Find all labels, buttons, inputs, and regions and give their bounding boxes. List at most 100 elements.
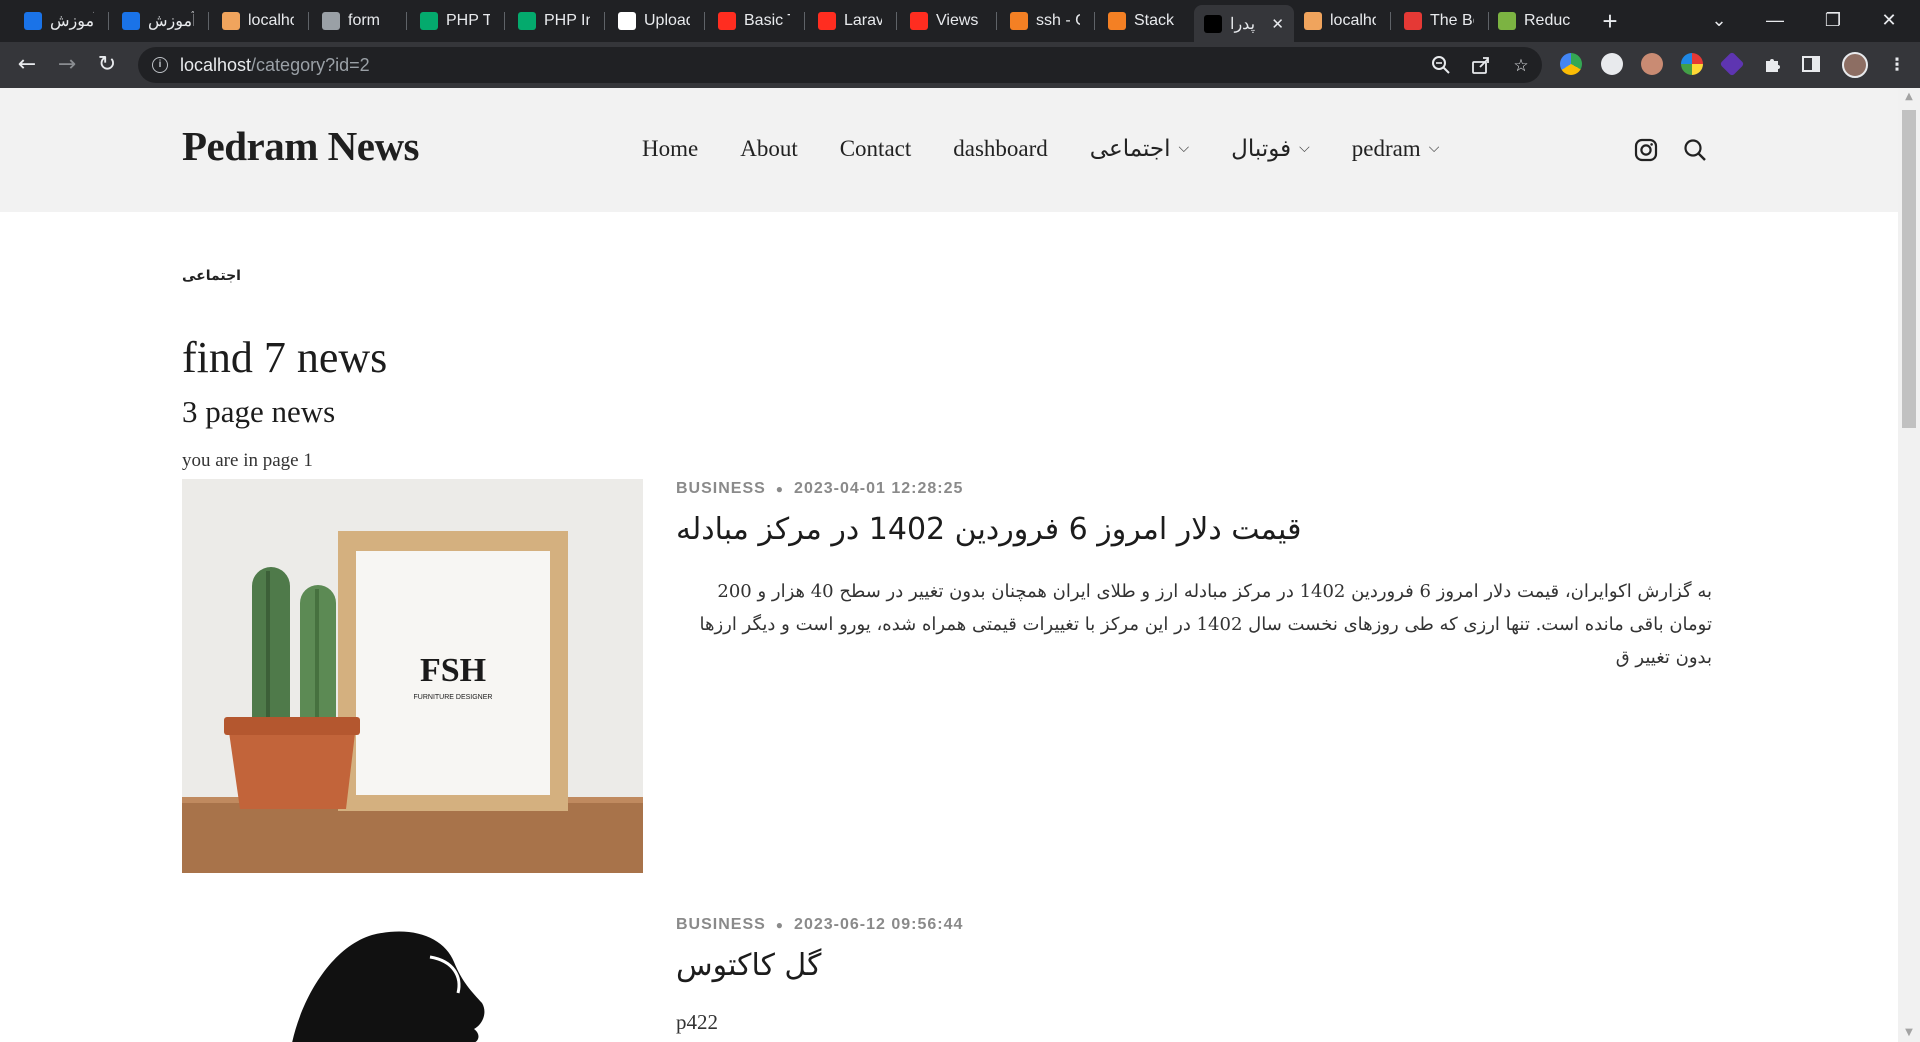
back-icon[interactable]: ← bbox=[12, 50, 42, 80]
scroll-up-arrow-icon[interactable]: ▲ bbox=[1903, 92, 1915, 102]
extension-avatar-icon[interactable] bbox=[1601, 53, 1623, 75]
tab-separator bbox=[896, 12, 897, 30]
post-thumbnail[interactable] bbox=[182, 917, 643, 1042]
tab-favicon-blue-icon bbox=[122, 12, 140, 30]
tab-label: Reduce bbox=[1524, 12, 1570, 29]
url-host: localhost bbox=[180, 54, 252, 75]
chevron-down-icon: ⌵ bbox=[1178, 141, 1190, 156]
main-nav: Home About Contact dashboard اجتماعی ⌵ فوتبال ⌵… bbox=[642, 136, 1481, 162]
extension-color-icon[interactable] bbox=[1560, 53, 1582, 75]
tab-separator bbox=[996, 12, 997, 30]
browser-tab[interactable]: آموزش bbox=[112, 6, 204, 36]
nav-item-label: Contact bbox=[839, 136, 912, 161]
post-title[interactable]: قیمت دلار امروز 6 فروردین 1402 در مرکز م… bbox=[676, 512, 1301, 547]
side-panel-icon[interactable] bbox=[1800, 54, 1822, 76]
tab-label: آموزش bbox=[50, 13, 94, 30]
tab-favicon-stackoverflow-icon bbox=[1108, 12, 1126, 30]
browser-tab[interactable]: Stack O bbox=[1098, 6, 1188, 36]
browser-tab[interactable]: آموزش bbox=[14, 6, 104, 36]
page-count-heading: 3 page news bbox=[182, 394, 336, 429]
url-path: /category?id=2 bbox=[251, 54, 370, 75]
browser-menu-icon[interactable]: ⋮ bbox=[1886, 54, 1908, 76]
close-window-icon[interactable]: ✕ bbox=[1872, 6, 1906, 34]
tab-label: آموزش bbox=[148, 13, 194, 30]
extension-eyes-icon[interactable] bbox=[1641, 53, 1663, 75]
browser-tab[interactable]: form bbox=[312, 6, 402, 36]
tab-label: Basic Ta bbox=[744, 12, 790, 29]
post-excerpt: به گزارش اکوایران، قیمت دلار امروز 6 فرو… bbox=[699, 581, 1712, 668]
site-brand[interactable]: Pedram News bbox=[182, 122, 420, 170]
tab-favicon-github-icon bbox=[618, 12, 636, 30]
post-excerpt: p422 bbox=[676, 1010, 718, 1034]
tab-label: PHP Int bbox=[544, 12, 590, 29]
tab-label: localho bbox=[1330, 12, 1376, 29]
minimize-icon[interactable]: — bbox=[1758, 6, 1792, 34]
tab-favicon-w3-icon bbox=[420, 12, 438, 30]
tab-separator bbox=[406, 12, 407, 30]
browser-tab[interactable]: Laravel bbox=[808, 6, 892, 36]
extension-gem-icon[interactable] bbox=[1719, 51, 1745, 77]
chevron-down-icon: ⌵ bbox=[1428, 141, 1440, 156]
browser-tab[interactable]: localho bbox=[1294, 6, 1386, 36]
tab-favicon-site-icon bbox=[1204, 14, 1222, 33]
tab-separator bbox=[604, 12, 605, 30]
browser-tab-strip: آموزش آموزش localho form PHP Tu PHP Int Upload… bbox=[0, 0, 1920, 42]
nav-item-label: فوتبال bbox=[1231, 136, 1292, 161]
nav-item-label: About bbox=[740, 136, 798, 161]
scroll-thumb[interactable] bbox=[1902, 110, 1916, 428]
nav-item[interactable]: فوتبال ⌵ bbox=[1231, 136, 1310, 162]
tab-label: پدرا bbox=[1230, 15, 1256, 33]
browser-tab[interactable]: The Be bbox=[1394, 6, 1484, 36]
browser-tab[interactable]: Reduce bbox=[1488, 6, 1580, 36]
browser-tab[interactable]: localho bbox=[212, 6, 304, 36]
instagram-icon[interactable] bbox=[1632, 136, 1660, 164]
post-meta: BUSINESS ● 2023-04-01 12:28:25 bbox=[676, 480, 963, 498]
search-icon[interactable] bbox=[1681, 136, 1709, 164]
reload-icon[interactable]: ↻ bbox=[92, 50, 122, 80]
tab-favicon-laravel-icon bbox=[1304, 12, 1322, 30]
nav-item-label: Home bbox=[642, 136, 699, 161]
tab-search-icon[interactable]: ⌄ bbox=[1702, 6, 1736, 34]
extension-colorwheel-icon[interactable] bbox=[1681, 53, 1703, 75]
tab-separator bbox=[704, 12, 705, 30]
nav-item[interactable]: pedram ⌵ bbox=[1352, 136, 1440, 162]
bookmark-star-icon[interactable]: ☆ bbox=[1510, 55, 1532, 77]
address-bar[interactable]: i localhost/category?id=2 ☆ bbox=[138, 47, 1542, 83]
browser-tab[interactable]: پدرا ✕ bbox=[1194, 5, 1294, 42]
nav-item[interactable]: dashboard bbox=[953, 136, 1048, 162]
post-thumbnail[interactable]: FSH FURNITURE DESIGNER bbox=[182, 479, 643, 873]
profile-avatar[interactable] bbox=[1842, 52, 1868, 78]
browser-tab[interactable]: Basic Ta bbox=[708, 6, 800, 36]
share-icon[interactable] bbox=[1470, 55, 1492, 77]
tab-favicon-laravel-icon bbox=[222, 12, 240, 30]
tab-separator bbox=[1390, 12, 1391, 30]
post-category[interactable]: BUSINESS bbox=[676, 480, 766, 498]
address-url[interactable]: localhost/category?id=2 bbox=[180, 55, 370, 76]
post-category[interactable]: BUSINESS bbox=[676, 916, 766, 934]
browser-tab[interactable]: PHP Tu bbox=[410, 6, 500, 36]
post-title[interactable]: گل کاکتوس bbox=[676, 948, 821, 983]
silhouette-image bbox=[182, 917, 643, 1042]
nav-item-label: pedram bbox=[1351, 136, 1421, 161]
forward-icon[interactable]: → bbox=[52, 50, 82, 80]
browser-tab[interactable]: Views - bbox=[900, 6, 992, 36]
browser-tab[interactable]: PHP Int bbox=[508, 6, 600, 36]
tab-favicon-w3-icon bbox=[518, 12, 536, 30]
tab-favicon-laravel-red-icon bbox=[818, 12, 836, 30]
nav-item[interactable]: Contact bbox=[840, 136, 912, 162]
tab-separator bbox=[308, 12, 309, 30]
nav-item[interactable]: About bbox=[740, 136, 798, 162]
new-tab-button[interactable]: + bbox=[1596, 8, 1624, 36]
browser-tab[interactable]: Upload bbox=[608, 6, 700, 36]
nav-item[interactable]: اجتماعی ⌵ bbox=[1090, 136, 1189, 162]
extensions-puzzle-icon[interactable] bbox=[1762, 54, 1784, 76]
page-scrollbar[interactable]: ▲ ▼ bbox=[1898, 88, 1920, 1042]
meta-separator: ● bbox=[775, 482, 785, 496]
browser-tab[interactable]: ssh - G bbox=[1000, 6, 1090, 36]
nav-item[interactable]: Home bbox=[642, 136, 698, 162]
zoom-icon[interactable] bbox=[1430, 55, 1452, 77]
scroll-down-arrow-icon[interactable]: ▼ bbox=[1903, 1028, 1915, 1038]
close-tab-icon[interactable]: ✕ bbox=[1271, 15, 1284, 33]
restore-icon[interactable]: ❐ bbox=[1816, 6, 1850, 34]
site-info-icon[interactable]: i bbox=[152, 57, 168, 73]
